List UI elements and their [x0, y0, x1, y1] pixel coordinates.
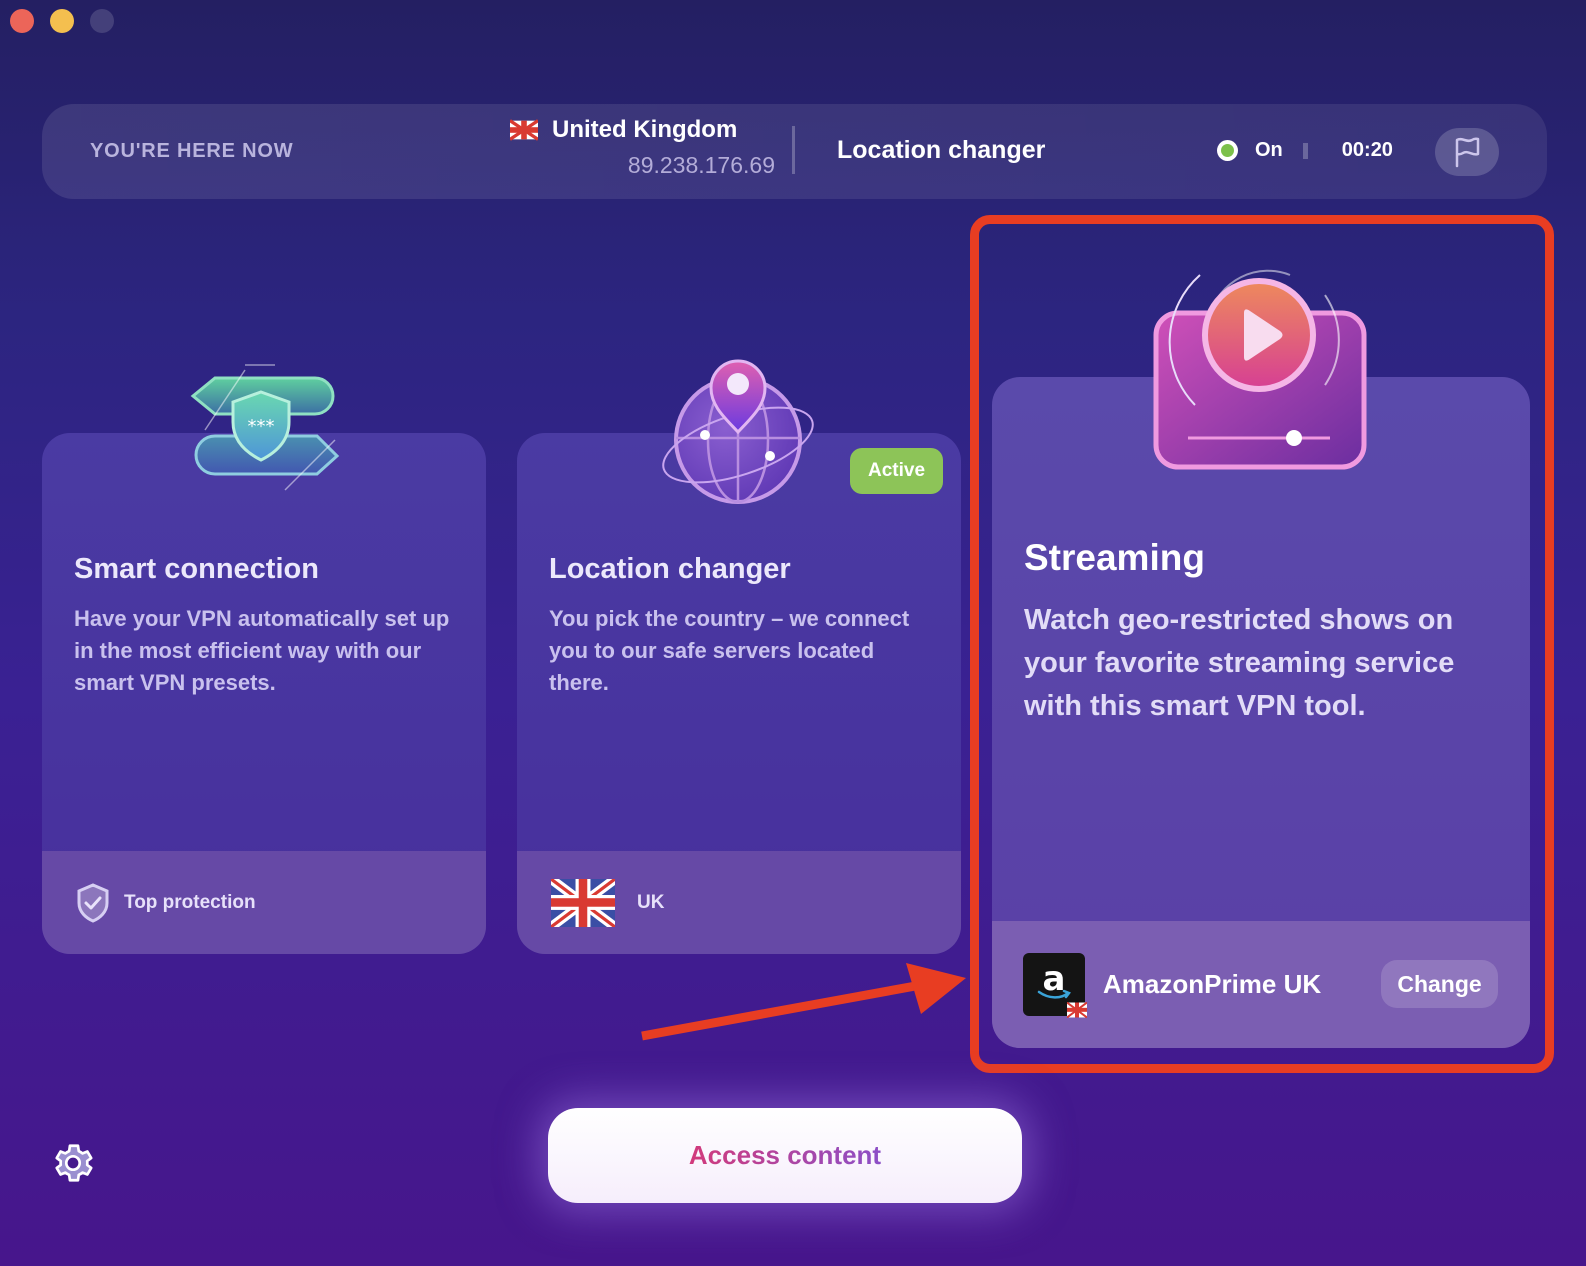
shield-check-icon — [77, 882, 109, 923]
connection-timer: 00:20 — [1341, 139, 1393, 161]
footer-label: UK — [637, 891, 665, 913]
card-footer: a AmazonPrime UK Change — [992, 921, 1530, 1048]
access-content-label: Access content — [688, 1140, 882, 1170]
active-badge: Active — [850, 448, 943, 494]
streaming-service-name: AmazonPrime UK — [1103, 969, 1322, 999]
card-title: Smart connection — [74, 553, 319, 585]
smart-connection-illustration: *** — [190, 364, 340, 491]
active-mode-label: Location changer — [837, 136, 1046, 164]
streaming-card[interactable]: Streaming Watch geo-restricted shows on … — [992, 377, 1530, 1048]
card-title: Location changer — [549, 553, 791, 585]
card-title: Streaming — [1024, 537, 1205, 578]
gear-icon[interactable] — [50, 1140, 96, 1186]
uk-flag-icon — [510, 119, 538, 141]
uk-flag-icon — [551, 878, 615, 927]
connection-status: On 00:20 — [1217, 139, 1393, 162]
location-changer-card[interactable]: Location changer You pick the country – … — [517, 433, 961, 954]
window-maximize-button[interactable] — [90, 9, 114, 33]
card-footer: Top protection — [42, 851, 486, 954]
svg-text:***: *** — [248, 416, 275, 437]
ip-address: 89.238.176.69 — [627, 152, 775, 178]
card-description: Watch geo-restricted shows on your favor… — [1024, 604, 1455, 722]
access-content-button[interactable]: Access content — [548, 1108, 1022, 1203]
card-description: Have your VPN automatically set up in th… — [74, 606, 450, 695]
location-changer-illustration — [662, 359, 814, 504]
footer-label: Top protection — [124, 891, 256, 913]
smart-connection-card[interactable]: Smart connection Have your VPN automatic… — [42, 433, 486, 954]
amazon-logo-icon: a — [1023, 953, 1087, 1018]
window-controls — [10, 9, 114, 33]
current-country: United Kingdom — [552, 116, 738, 143]
report-button[interactable] — [1435, 128, 1499, 176]
window-close-button[interactable] — [10, 9, 34, 33]
card-description: You pick the country – we connect you to… — [549, 606, 910, 695]
connection-state: On — [1255, 139, 1283, 161]
uk-flag-icon — [1067, 1002, 1087, 1018]
streaming-illustration — [1153, 269, 1367, 470]
annotation-arrow — [641, 963, 966, 1041]
here-label: YOU'RE HERE NOW — [90, 140, 294, 162]
divider — [792, 126, 795, 174]
status-bar: YOU'RE HERE NOW United Kingdom 89.238.17… — [42, 104, 1547, 199]
change-service-button[interactable]: Change — [1381, 960, 1498, 1008]
flag-icon — [1455, 137, 1480, 168]
divider — [1302, 142, 1308, 159]
card-footer: UK — [517, 851, 961, 954]
window-minimize-button[interactable] — [50, 9, 74, 33]
current-location: United Kingdom 89.238.176.69 — [510, 116, 785, 179]
status-dot-icon — [1217, 140, 1238, 161]
